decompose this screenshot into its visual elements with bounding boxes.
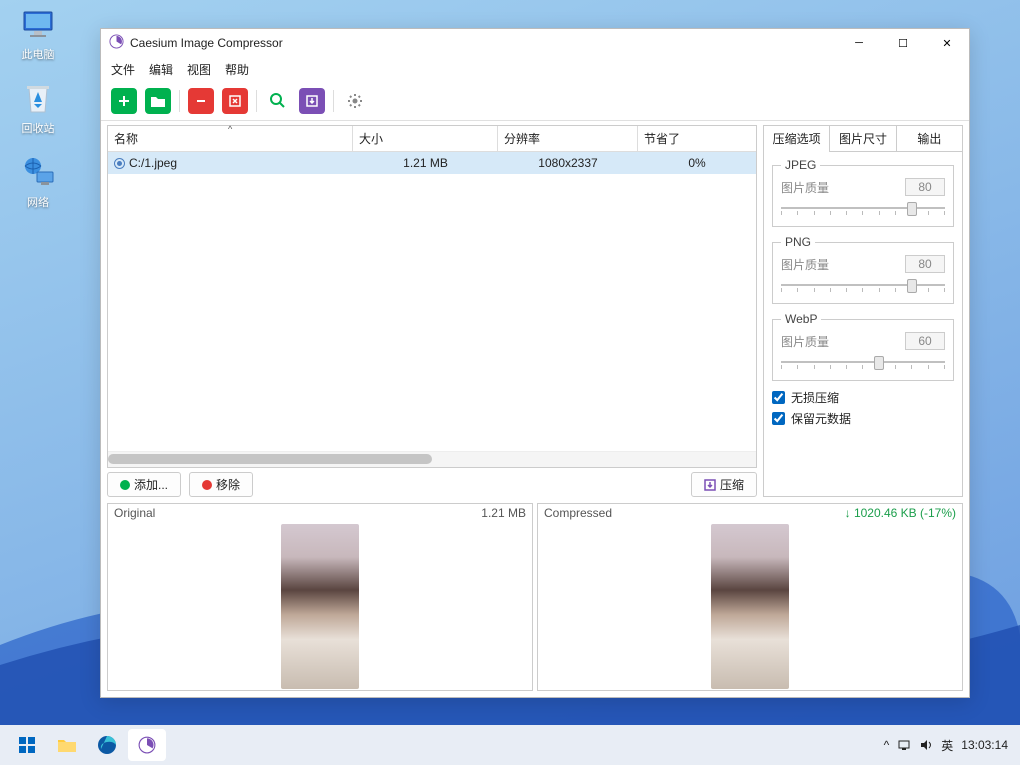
webp-group: WebP 图片质量 bbox=[772, 312, 954, 381]
start-button[interactable] bbox=[8, 729, 46, 761]
tray-volume-icon[interactable] bbox=[919, 738, 933, 752]
desktop-icon-label: 回收站 bbox=[22, 120, 55, 136]
keep-metadata-label: 保留元数据 bbox=[791, 410, 851, 427]
compressed-label: Compressed bbox=[544, 506, 612, 520]
divider bbox=[256, 90, 257, 112]
divider bbox=[333, 90, 334, 112]
explorer-button[interactable] bbox=[48, 729, 86, 761]
compress-icon bbox=[704, 479, 716, 491]
desktop-icon-network[interactable]: 网络 bbox=[12, 156, 64, 210]
col-saved[interactable]: 节省了 bbox=[638, 126, 756, 151]
original-image bbox=[281, 524, 359, 689]
desktop-icon-this-pc[interactable]: 此电脑 bbox=[12, 8, 64, 62]
png-group: PNG 图片质量 bbox=[772, 235, 954, 304]
add-folder-button[interactable] bbox=[145, 88, 171, 114]
add-file-button[interactable] bbox=[111, 88, 137, 114]
jpeg-quality-label: 图片质量 bbox=[781, 179, 829, 196]
app-window: Caesium Image Compressor ─ ☐ ✕ 文件 编辑 视图 … bbox=[100, 28, 970, 698]
jpeg-group: JPEG 图片质量 bbox=[772, 158, 954, 227]
file-name: C:/1.jpeg bbox=[129, 156, 177, 170]
col-size[interactable]: 大小 bbox=[353, 126, 498, 151]
file-table: ^ 名称 大小 分辨率 节省了 C:/1.jpeg 1.21 MB 1080x2… bbox=[107, 125, 757, 468]
desktop-icon-label: 此电脑 bbox=[22, 46, 55, 62]
menubar: 文件 编辑 视图 帮助 bbox=[101, 57, 969, 81]
tray-chevron-icon[interactable]: ^ bbox=[884, 738, 890, 752]
file-saved: 0% bbox=[638, 152, 756, 174]
jpeg-quality-slider[interactable] bbox=[781, 200, 945, 216]
recycle-bin-icon bbox=[21, 82, 55, 116]
titlebar[interactable]: Caesium Image Compressor ─ ☐ ✕ bbox=[101, 29, 969, 57]
app-icon bbox=[109, 34, 124, 52]
tray-ime[interactable]: 英 bbox=[941, 737, 953, 754]
tab-image-size[interactable]: 图片尺寸 bbox=[830, 126, 896, 151]
divider bbox=[179, 90, 180, 112]
monitor-icon bbox=[21, 8, 55, 42]
file-resolution: 1080x2337 bbox=[498, 152, 638, 174]
menu-file[interactable]: 文件 bbox=[111, 61, 135, 78]
lossless-label: 无损压缩 bbox=[791, 389, 839, 406]
tray-network-icon[interactable] bbox=[897, 738, 911, 752]
compress-toolbar-button[interactable] bbox=[299, 88, 325, 114]
menu-edit[interactable]: 编辑 bbox=[149, 61, 173, 78]
col-resolution[interactable]: 分辨率 bbox=[498, 126, 638, 151]
edge-button[interactable] bbox=[88, 729, 126, 761]
compressed-preview: Compressed ↓ 1020.46 KB (-17%) bbox=[537, 503, 963, 691]
remove-button[interactable] bbox=[188, 88, 214, 114]
network-icon bbox=[21, 156, 55, 190]
desktop-icons: 此电脑 回收站 网络 bbox=[12, 8, 64, 210]
add-button[interactable]: 添加... bbox=[107, 472, 181, 497]
window-title: Caesium Image Compressor bbox=[130, 36, 283, 50]
maximize-button[interactable]: ☐ bbox=[881, 29, 925, 57]
table-header: ^ 名称 大小 分辨率 节省了 bbox=[108, 126, 756, 152]
original-label: Original bbox=[114, 506, 155, 520]
preview-button[interactable] bbox=[265, 88, 291, 114]
png-quality-slider[interactable] bbox=[781, 277, 945, 293]
row-select-radio[interactable] bbox=[114, 158, 125, 169]
tab-compress-options[interactable]: 压缩选项 bbox=[764, 126, 830, 151]
keep-metadata-checkbox[interactable] bbox=[772, 412, 785, 425]
png-quality-input[interactable] bbox=[905, 255, 945, 273]
remove-action-button[interactable]: 移除 bbox=[189, 472, 253, 497]
original-size: 1.21 MB bbox=[481, 506, 526, 520]
close-button[interactable]: ✕ bbox=[925, 29, 969, 57]
webp-quality-input[interactable] bbox=[905, 332, 945, 350]
menu-view[interactable]: 视图 bbox=[187, 61, 211, 78]
tab-output[interactable]: 输出 bbox=[897, 126, 962, 151]
png-quality-label: 图片质量 bbox=[781, 256, 829, 273]
toolbar bbox=[101, 81, 969, 121]
settings-button[interactable] bbox=[342, 88, 368, 114]
original-preview: Original 1.21 MB bbox=[107, 503, 533, 691]
compressed-size: ↓ 1020.46 KB (-17%) bbox=[845, 506, 956, 520]
sort-indicator-icon: ^ bbox=[228, 124, 232, 134]
desktop-icon-label: 网络 bbox=[27, 194, 49, 210]
taskbar: ^ 英 13:03:14 bbox=[0, 725, 1020, 765]
desktop-icon-recycle-bin[interactable]: 回收站 bbox=[12, 82, 64, 136]
clear-all-button[interactable] bbox=[222, 88, 248, 114]
compress-button[interactable]: 压缩 bbox=[691, 472, 757, 497]
webp-quality-slider[interactable] bbox=[781, 354, 945, 370]
menu-help[interactable]: 帮助 bbox=[225, 61, 249, 78]
tray-time[interactable]: 13:03:14 bbox=[961, 738, 1008, 752]
jpeg-quality-input[interactable] bbox=[905, 178, 945, 196]
horizontal-scrollbar[interactable] bbox=[108, 451, 756, 467]
lossless-checkbox[interactable] bbox=[772, 391, 785, 404]
webp-quality-label: 图片质量 bbox=[781, 333, 829, 350]
caesium-taskbar-button[interactable] bbox=[128, 729, 166, 761]
options-panel: 压缩选项 图片尺寸 输出 JPEG 图片质量 bbox=[763, 125, 963, 497]
compressed-image bbox=[711, 524, 789, 689]
table-row[interactable]: C:/1.jpeg 1.21 MB 1080x2337 0% bbox=[108, 152, 756, 174]
file-size: 1.21 MB bbox=[353, 152, 498, 174]
minimize-button[interactable]: ─ bbox=[837, 29, 881, 57]
